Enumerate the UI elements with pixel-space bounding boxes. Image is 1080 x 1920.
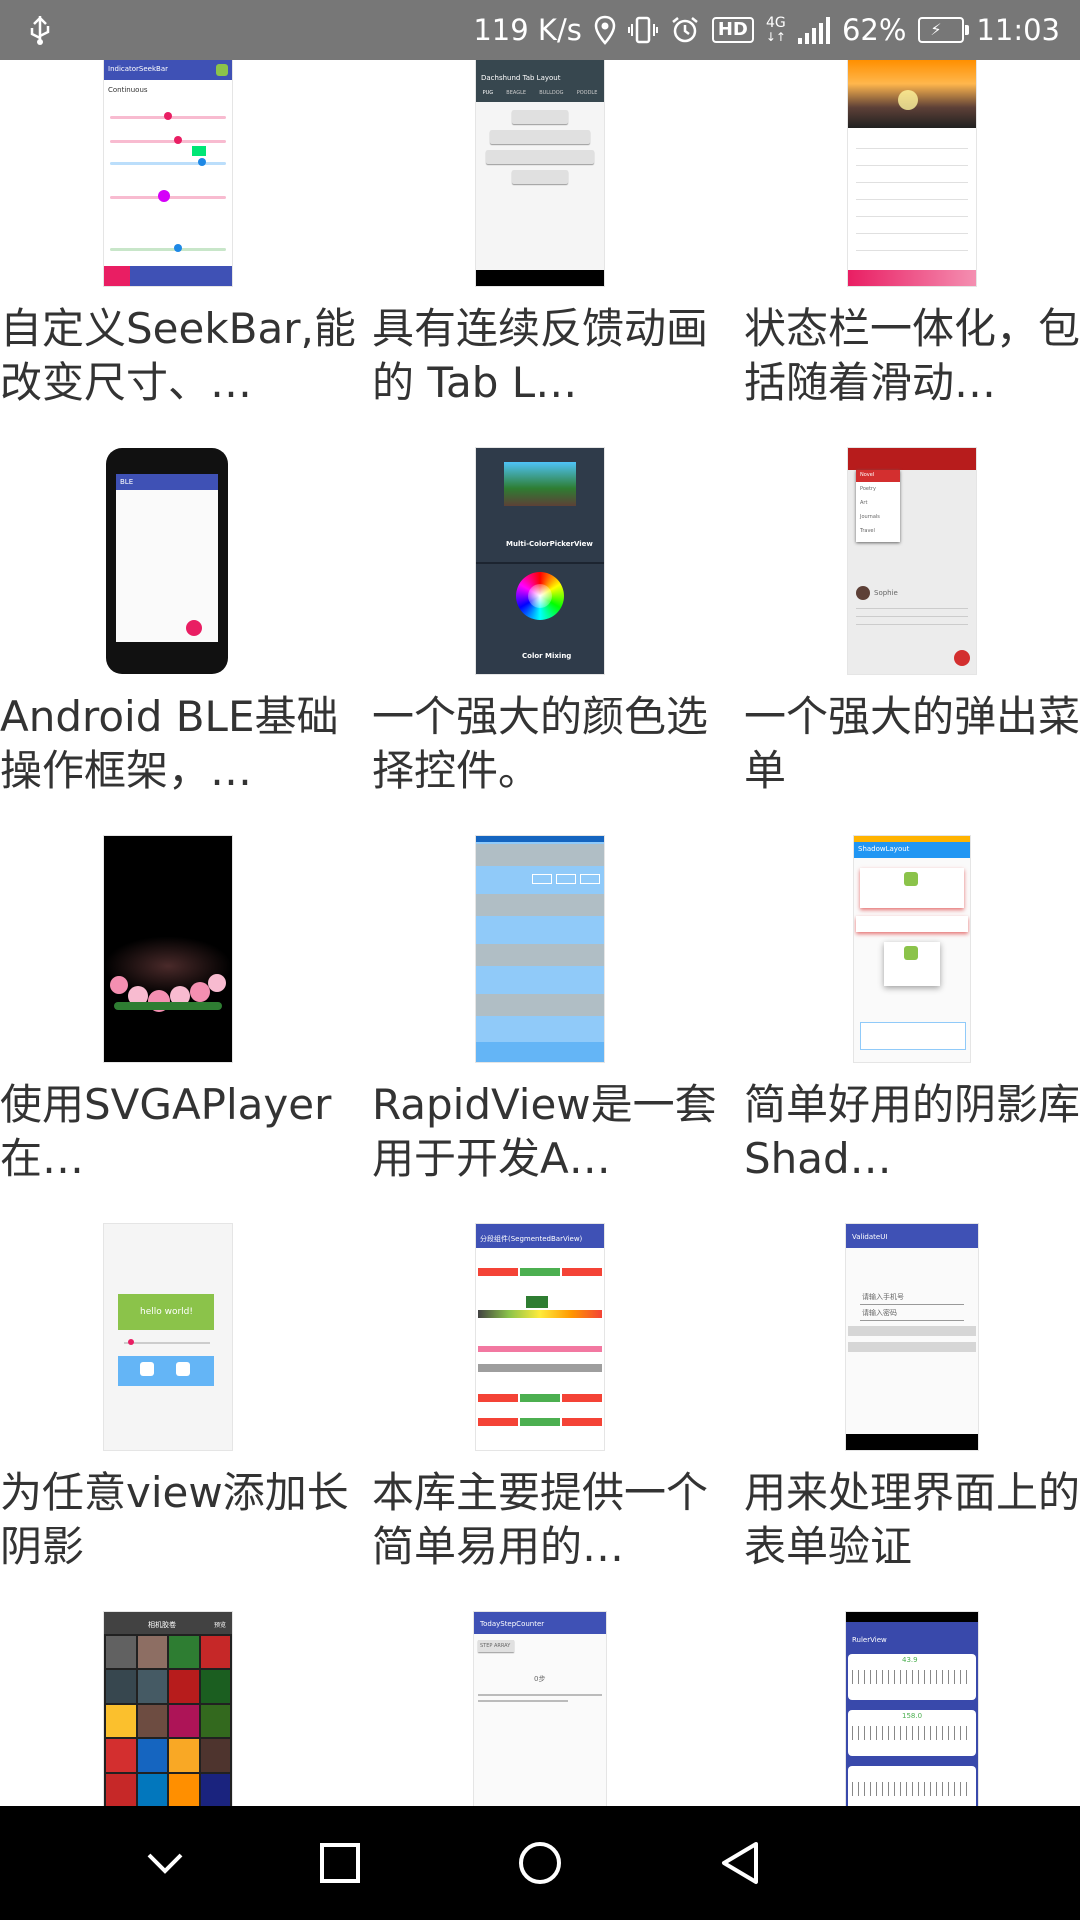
grid-card[interactable]: Multi-ColorPickerView Color Mixing 一个强大的… (372, 448, 744, 836)
card-thumbnail: TodayStepCounter STEP ARRAY 0步 (474, 1612, 606, 1806)
grid-card[interactable]: 状态栏一体化，包括随着滑动… (744, 60, 1080, 448)
battery-percent: 62% (841, 13, 907, 47)
card-title: 一个强大的颜色选择控件。 (372, 692, 709, 795)
battery-charging-icon: ⚡ (918, 17, 970, 43)
card-thumbnail (476, 836, 604, 1062)
navigation-bar (0, 1806, 1080, 1920)
card-thumbnail (104, 836, 232, 1062)
card-thumbnail: ShadowLayout (854, 836, 970, 1062)
grid-card[interactable]: 相机胶卷 预览 (0, 1612, 372, 1806)
card-title: 为任意view添加长阴影 (0, 1468, 349, 1571)
net-speed: 119 K/s (473, 13, 582, 47)
grid-card[interactable]: RapidView是一套用于开发A… (372, 836, 744, 1224)
card-thumbnail (848, 60, 976, 286)
clock: 11:03 (976, 13, 1060, 47)
card-thumbnail: ValidateUI 请输入手机号 请输入密码 (846, 1224, 978, 1450)
hd-badge: HD (711, 17, 754, 43)
usb-icon (30, 16, 50, 45)
back-icon (722, 1842, 758, 1884)
grid-card[interactable]: 分段组件(SegmentedBarView) 本库主要提供一个简单易用的… (372, 1224, 744, 1612)
card-thumbnail: hello world! (104, 1224, 232, 1450)
card-thumbnail: Multi-ColorPickerView Color Mixing (476, 448, 604, 674)
grid-card[interactable]: BLE Android BLE基础操作框架，… (0, 448, 372, 836)
card-thumbnail: RulerView 43.9 158.0 (846, 1612, 978, 1806)
home-button[interactable] (505, 1828, 575, 1898)
grid-card[interactable]: ValidateUI 请输入手机号 请输入密码 用来处理界面上的表单验证 (744, 1224, 1080, 1612)
card-title: 用来处理界面上的表单验证 (744, 1468, 1080, 1571)
card-thumbnail: IndicatorSeekBar Continuous (104, 60, 232, 286)
card-thumbnail: 分段组件(SegmentedBarView) (476, 1224, 604, 1450)
card-title: Android BLE基础操作框架，… (0, 692, 339, 795)
recents-button[interactable] (305, 1828, 375, 1898)
status-icons: 119 K/s HD 4G ↓↑ 62% ⚡ 11:03 (473, 0, 1060, 60)
grid-card[interactable]: hello world! 为任意view添加长阴影 (0, 1224, 372, 1612)
signal-icon (797, 16, 830, 44)
grid-card[interactable]: Novel Poetry Art Journals Travel Sophie … (744, 448, 1080, 836)
status-bar: 119 K/s HD 4G ↓↑ 62% ⚡ 11:03 (0, 0, 1080, 60)
card-title: 简单好用的阴影库-Shad… (744, 1080, 1080, 1183)
back-button[interactable] (705, 1828, 775, 1898)
card-title: 自定义SeekBar,能改变尺寸、… (0, 304, 356, 407)
location-icon (594, 15, 616, 45)
app-grid: IndicatorSeekBar Continuous 自定义SeekBar,能… (0, 60, 1080, 1806)
card-title: 具有连续反馈动画的 Tab L… (372, 304, 709, 407)
card-title: 状态栏一体化，包括随着滑动… (744, 304, 1080, 407)
card-thumbnail: Dachshund Tab Layout PUG BEAGLE BULLDOG … (476, 60, 604, 286)
collapse-button[interactable] (130, 1828, 200, 1898)
card-title: 一个强大的弹出菜单 (744, 692, 1080, 795)
card-title: 使用SVGAPlayer 在… (0, 1080, 332, 1183)
recents-icon (320, 1843, 360, 1883)
card-title: 本库主要提供一个简单易用的… (372, 1468, 709, 1571)
home-icon (519, 1842, 561, 1884)
grid-card[interactable]: 使用SVGAPlayer 在… (0, 836, 372, 1224)
grid-card[interactable]: ShadowLayout 简单好用的阴影库-Shad… (744, 836, 1080, 1224)
vibrate-icon (627, 16, 658, 44)
alarm-icon (672, 17, 698, 43)
grid-card[interactable]: Dachshund Tab Layout PUG BEAGLE BULLDOG … (372, 60, 744, 448)
grid-card[interactable]: TodayStepCounter STEP ARRAY 0步 (372, 1612, 744, 1806)
network-type: 4G ↓↑ (765, 15, 786, 44)
chevron-down-icon (147, 1853, 183, 1874)
grid-card[interactable]: IndicatorSeekBar Continuous 自定义SeekBar,能… (0, 60, 372, 448)
card-thumbnail: 相机胶卷 预览 (104, 1612, 232, 1806)
card-thumbnail: BLE (104, 448, 232, 674)
card-title: RapidView是一套用于开发A… (372, 1080, 717, 1183)
card-thumbnail: Novel Poetry Art Journals Travel Sophie (848, 448, 976, 674)
grid-card[interactable]: RulerView 43.9 158.0 (744, 1612, 1080, 1806)
